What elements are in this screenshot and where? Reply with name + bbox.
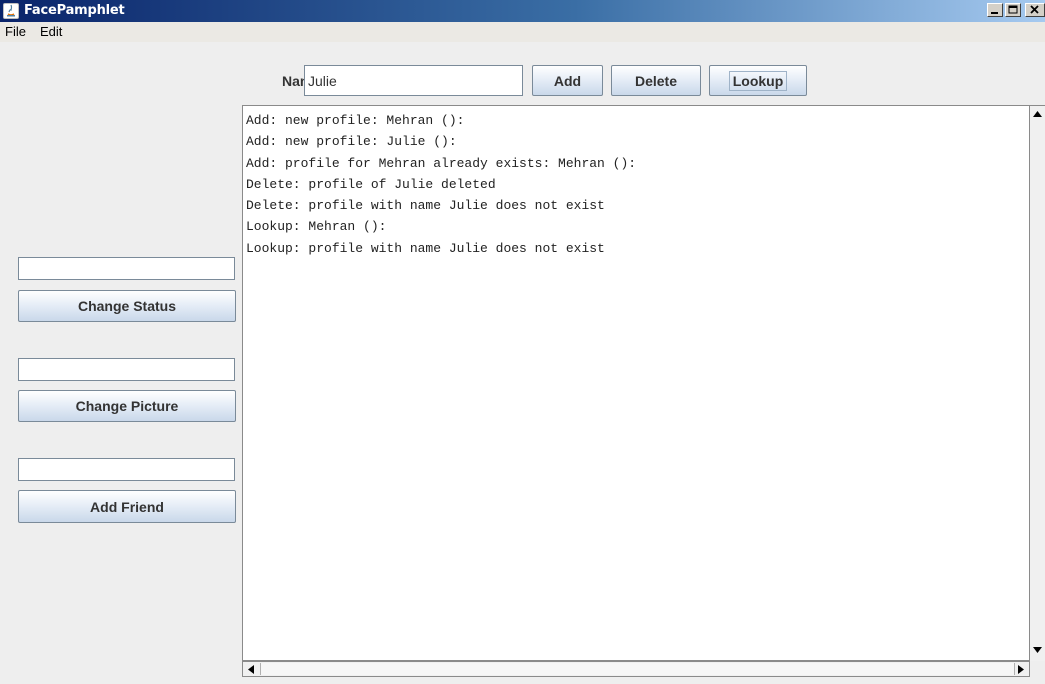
- delete-button[interactable]: Delete: [611, 65, 701, 96]
- lookup-button[interactable]: Lookup: [709, 65, 807, 96]
- name-input[interactable]: [304, 65, 523, 96]
- minimize-icon: [991, 12, 998, 14]
- log-line: Delete: profile of Julie deleted: [246, 176, 496, 192]
- minimize-button[interactable]: [987, 3, 1003, 17]
- message-log[interactable]: Add: new profile: Mehran (): Add: new pr…: [242, 105, 1030, 661]
- log-line: Add: profile for Mehran already exists: …: [246, 155, 637, 171]
- window-title: FacePamphlet: [24, 3, 125, 18]
- lookup-button-label: Lookup: [728, 70, 788, 91]
- horizontal-scroll-thumb[interactable]: [260, 663, 1015, 675]
- log-line: Lookup: Mehran ():: [246, 219, 387, 235]
- picture-input[interactable]: [18, 358, 235, 381]
- close-button[interactable]: [1025, 3, 1045, 17]
- scroll-right-icon[interactable]: [1017, 664, 1025, 675]
- menu-edit[interactable]: Edit: [40, 24, 62, 39]
- change-status-label: Change Status: [77, 298, 176, 314]
- add-friend-label: Add Friend: [90, 498, 164, 515]
- log-line: Add: new profile: Mehran ():: [246, 113, 465, 128]
- horizontal-scrollbar[interactable]: [242, 661, 1030, 677]
- log-line: Add: new profile: Julie ():: [246, 134, 457, 150]
- add-button[interactable]: Add: [532, 65, 603, 96]
- add-button-label: Add: [553, 72, 582, 89]
- scroll-left-icon[interactable]: [247, 664, 255, 675]
- scroll-down-icon[interactable]: [1032, 646, 1043, 654]
- add-friend-button[interactable]: Add Friend: [18, 490, 236, 523]
- friend-input[interactable]: [18, 458, 235, 481]
- scroll-up-icon[interactable]: [1032, 110, 1043, 118]
- maximize-button[interactable]: [1005, 3, 1021, 17]
- menu-bar: File Edit: [0, 22, 1045, 42]
- log-line: Lookup: profile with name Julie does not…: [246, 240, 605, 256]
- java-app-icon: [3, 3, 19, 19]
- menu-file[interactable]: File: [5, 24, 26, 39]
- vertical-scrollbar[interactable]: [1030, 105, 1045, 661]
- change-status-button[interactable]: Change Status: [18, 290, 236, 322]
- title-bar[interactable]: FacePamphlet: [0, 0, 1045, 22]
- change-picture-label: Change Picture: [75, 398, 179, 414]
- scrollbar-corner: [1030, 661, 1045, 677]
- log-line: Delete: profile with name Julie does not…: [246, 198, 605, 214]
- change-picture-button[interactable]: Change Picture: [18, 390, 236, 422]
- maximize-icon: [1008, 5, 1018, 14]
- close-icon: [1030, 5, 1039, 14]
- status-input[interactable]: [18, 257, 235, 280]
- delete-button-label: Delete: [634, 72, 678, 89]
